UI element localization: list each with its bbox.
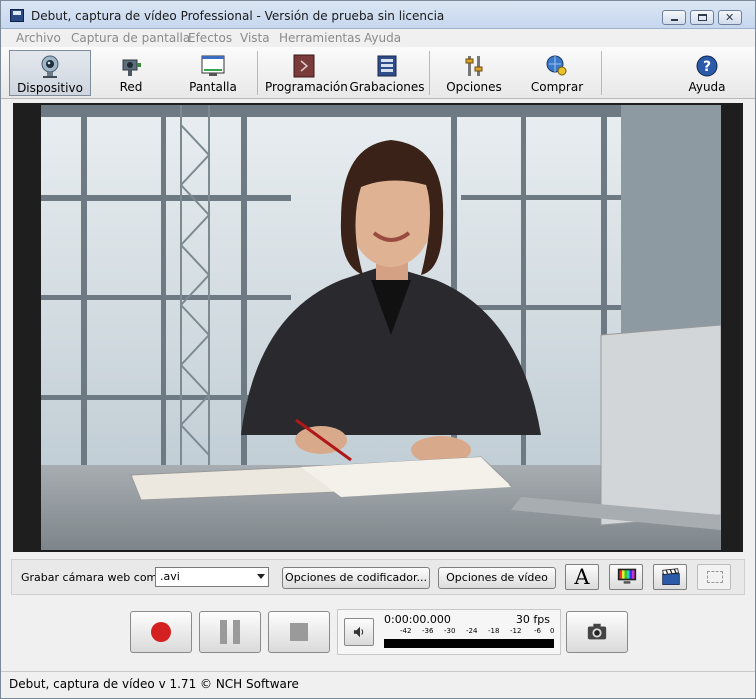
- meter-tick: -36: [422, 627, 434, 635]
- record-icon: [151, 622, 171, 642]
- toolbar-label: Pantalla: [189, 80, 237, 94]
- camera-icon: [587, 623, 607, 640]
- toolbar-label: Programación: [265, 80, 348, 94]
- maximize-icon: [698, 14, 707, 21]
- video-effects-button[interactable]: [653, 564, 687, 590]
- crop-icon: [707, 571, 723, 583]
- menu-archivo[interactable]: Archivo: [16, 31, 61, 45]
- minimize-button[interactable]: [662, 10, 686, 25]
- toolbar-label: Comprar: [530, 80, 584, 94]
- status-text: Debut, captura de vídeo v 1.71 © NCH Sof…: [9, 677, 299, 691]
- snapshot-button[interactable]: [566, 611, 628, 653]
- toolbar-button-red[interactable]: Red: [101, 50, 161, 96]
- close-icon: ✕: [725, 11, 735, 24]
- toolbar-separator: [257, 51, 258, 95]
- format-select[interactable]: .avi: [155, 567, 269, 587]
- meter-tick: -6: [534, 627, 541, 635]
- video-preview: [41, 105, 721, 550]
- toolbar-button-pantalla[interactable]: Pantalla: [181, 50, 245, 96]
- level-meter: [384, 639, 554, 648]
- meter-tick: -24: [466, 627, 478, 635]
- svg-text:?: ?: [703, 59, 711, 75]
- title-bar: Debut, captura de vídeo Professional - V…: [1, 1, 755, 29]
- status-bar: Debut, captura de vídeo v 1.71 © NCH Sof…: [1, 671, 755, 698]
- stop-button[interactable]: [268, 611, 330, 653]
- pause-icon: [220, 620, 240, 644]
- menu-efectos[interactable]: Efectos: [188, 31, 232, 45]
- toolbar-label: Opciones: [446, 80, 502, 94]
- meter-tick: -30: [444, 627, 456, 635]
- menu-captura-de-pantalla[interactable]: Captura de pantalla: [71, 31, 190, 45]
- maximize-button[interactable]: [690, 10, 714, 25]
- transport-panel: 0:00:00.000 30 fps -42 -36 -30 -24 -18 -…: [1, 597, 755, 669]
- recording-status-panel: 0:00:00.000 30 fps -42 -36 -30 -24 -18 -…: [337, 609, 561, 655]
- volume-button[interactable]: [344, 618, 374, 646]
- encoder-options-button[interactable]: Opciones de codificador...: [282, 567, 430, 589]
- recordings-icon: [377, 55, 397, 77]
- toolbar-label: Dispositivo: [17, 81, 83, 95]
- speaker-icon: [353, 626, 364, 638]
- stop-icon: [290, 623, 308, 641]
- options-icon: [465, 56, 483, 76]
- minimize-icon: [671, 19, 678, 21]
- meter-tick: -12: [510, 627, 522, 635]
- text-overlay-button[interactable]: A: [565, 564, 599, 590]
- toolbar-separator: [429, 51, 430, 95]
- help-icon: ?: [696, 55, 718, 77]
- menu-bar: Archivo Captura de pantalla Efectos Vist…: [1, 29, 755, 47]
- capture-options-bar: Grabar cámara web como: .avi Opciones de…: [11, 559, 745, 595]
- menu-vista[interactable]: Vista: [240, 31, 270, 45]
- toolbar-button-dispositivo[interactable]: Dispositivo: [9, 50, 91, 96]
- pause-button[interactable]: [199, 611, 261, 653]
- toolbar-button-ayuda[interactable]: ? Ayuda: [681, 50, 733, 96]
- chevron-down-icon: [257, 574, 265, 579]
- meter-tick: 0: [550, 627, 555, 635]
- schedule-icon: [293, 54, 315, 78]
- format-select-value: .avi: [160, 570, 180, 583]
- frame-rate: 30 fps: [515, 613, 550, 626]
- toolbar-button-programacion[interactable]: Programación: [265, 50, 348, 96]
- screen-icon: [201, 55, 225, 76]
- elapsed-time: 0:00:00.000: [384, 613, 451, 626]
- app-window: Debut, captura de vídeo Professional - V…: [0, 0, 756, 699]
- toolbar-label: Ayuda: [688, 80, 726, 94]
- meter-scale: -42 -36 -30 -24 -18 -12 -6 0: [384, 627, 554, 637]
- toolbar-separator: [601, 51, 602, 95]
- video-preview-image: [41, 105, 721, 550]
- crop-button[interactable]: [697, 564, 731, 590]
- menu-herramientas[interactable]: Herramientas: [279, 31, 361, 45]
- buy-icon: [546, 55, 567, 76]
- toolbar-label: Grabaciones: [349, 80, 425, 94]
- toolbar: Dispositivo Red Pantalla Programación Gr…: [1, 47, 755, 99]
- app-icon: [10, 9, 24, 22]
- network-camera-icon: [122, 59, 141, 76]
- webcam-icon: [41, 55, 59, 78]
- color-adjust-button[interactable]: [609, 564, 643, 590]
- toolbar-button-opciones[interactable]: Opciones: [441, 50, 507, 96]
- record-as-label: Grabar cámara web como:: [21, 571, 168, 584]
- window-title: Debut, captura de vídeo Professional - V…: [31, 9, 445, 23]
- toolbar-button-grabaciones[interactable]: Grabaciones: [349, 50, 425, 96]
- text-overlay-icon: A: [574, 565, 590, 589]
- close-button[interactable]: ✕: [718, 10, 742, 25]
- meter-tick: -18: [488, 627, 500, 635]
- video-options-button[interactable]: Opciones de vídeo: [438, 567, 556, 589]
- toolbar-button-comprar[interactable]: Comprar: [523, 50, 591, 96]
- clapperboard-icon: [662, 568, 680, 585]
- menu-ayuda[interactable]: Ayuda: [364, 31, 401, 45]
- toolbar-label: Red: [119, 80, 143, 94]
- meter-tick: -42: [400, 627, 412, 635]
- record-button[interactable]: [130, 611, 192, 653]
- color-bars-icon: [617, 568, 637, 584]
